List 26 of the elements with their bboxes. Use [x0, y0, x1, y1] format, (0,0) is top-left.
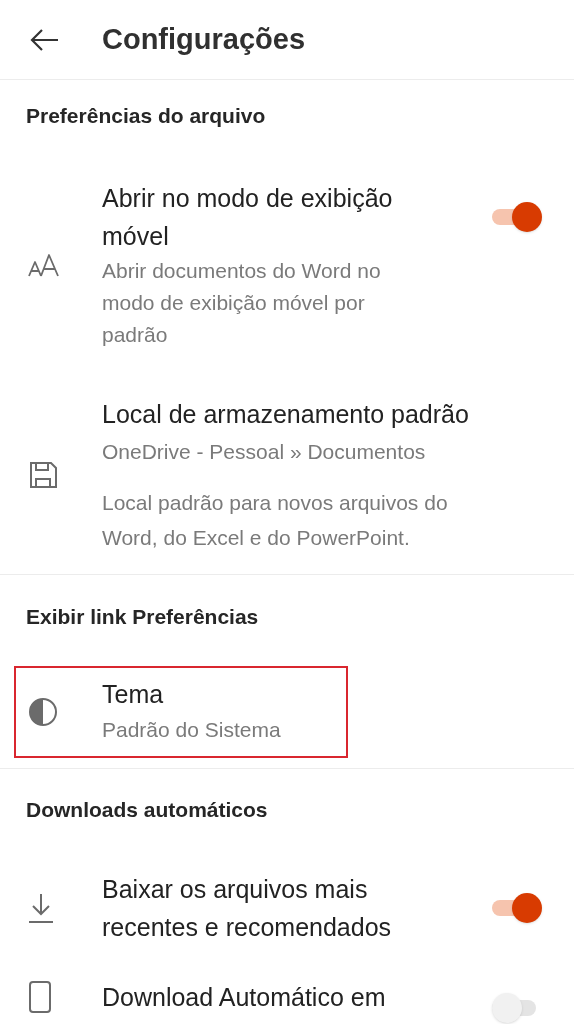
- phone-icon: [28, 979, 52, 1014]
- setting-value: Padrão do Sistema: [102, 717, 281, 743]
- download-icon: [28, 892, 54, 924]
- font-size-icon: [28, 253, 60, 277]
- setting-title: Tema: [102, 679, 165, 710]
- page-title: Configurações: [102, 21, 306, 57]
- save-icon: [28, 460, 58, 490]
- section-header: Exibir link Preferências: [26, 604, 260, 630]
- back-icon[interactable]: [30, 27, 60, 52]
- half-circle-icon: [28, 697, 58, 727]
- setting-value: OneDrive - Pessoal » Documentos: [102, 439, 427, 465]
- setting-description: Abrir documentos do Word no modo de exibição móvel por padrão: [102, 258, 382, 348]
- setting-row[interactable]: Local de armazenamento padrão OneDrive - Pessoal » Documentos Local padrão para novos arquivos do Word, do Excel e do PowerPoint.: [14, 393, 560, 557]
- setting-toggle-row[interactable]: Abrir no modo de exibição móvel Abrir documentos do Word no modo de exibição móvel por padrão: [14, 177, 560, 353]
- toggle-switch[interactable]: [492, 202, 542, 232]
- setting-row[interactable]: Tema Padrão do Sistema: [14, 666, 348, 758]
- setting-toggle-row[interactable]: Download Automático em: [14, 968, 560, 1024]
- setting-title: Baixar os arquivos mais recentes e recomendados: [102, 874, 393, 943]
- setting-title: Download Automático em: [102, 981, 387, 1013]
- setting-title: Local de armazenamento padrão: [102, 399, 470, 430]
- section-header: Preferências do arquivo: [26, 103, 267, 129]
- setting-toggle-row[interactable]: Baixar os arquivos mais recentes e recomendados: [14, 868, 560, 948]
- setting-description: Local padrão para novos arquivos do Word, do Excel e do PowerPoint.: [102, 490, 449, 551]
- toggle-switch[interactable]: [492, 893, 542, 923]
- setting-title: Abrir no modo de exibição móvel: [102, 183, 394, 252]
- section-header: Downloads automáticos: [26, 797, 269, 823]
